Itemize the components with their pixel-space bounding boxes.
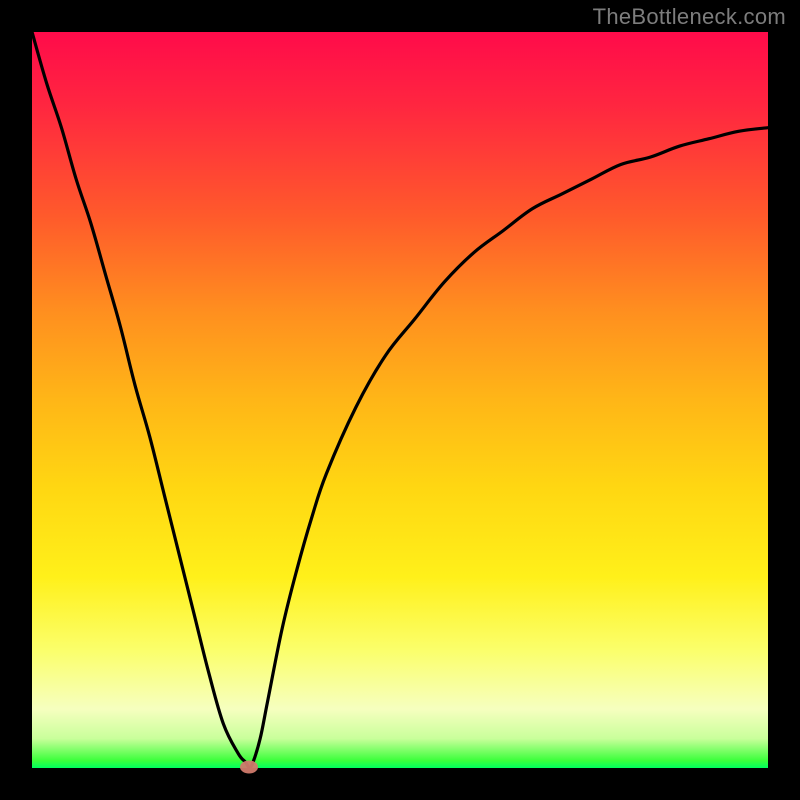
plot-area (32, 32, 768, 768)
optimum-marker (240, 761, 258, 774)
attribution-label: TheBottleneck.com (593, 4, 786, 30)
bottleneck-curve (32, 32, 768, 767)
curve-svg (32, 32, 768, 768)
chart-frame: TheBottleneck.com (0, 0, 800, 800)
